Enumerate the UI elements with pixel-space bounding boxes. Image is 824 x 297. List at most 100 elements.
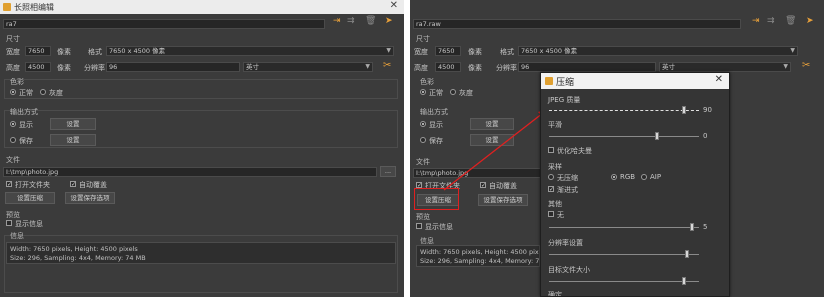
chevron-down-icon: ▼ bbox=[790, 47, 795, 54]
right-overwrite-checkbox[interactable]: ✓ bbox=[480, 182, 486, 189]
right-file-section-label: 文件 bbox=[416, 158, 430, 166]
right-output-save-radio[interactable] bbox=[420, 137, 426, 143]
right-width-unit: 像素 bbox=[468, 48, 482, 56]
right-height-unit: 像素 bbox=[468, 64, 482, 72]
app-icon bbox=[3, 3, 11, 11]
dialog-app-icon bbox=[545, 77, 553, 85]
other-none-label: 无 bbox=[557, 211, 564, 219]
sampling-none-label: 无压缩 bbox=[557, 174, 578, 182]
right-format-value: 7650 x 4500 像素 bbox=[521, 47, 578, 55]
right-output-save-label: 保存 bbox=[429, 137, 443, 145]
export-icon[interactable]: ➤ bbox=[385, 16, 393, 26]
name-field[interactable]: ra7 bbox=[3, 19, 325, 29]
right-output-section-label: 输出方式 bbox=[420, 108, 448, 116]
close-icon[interactable]: ✕ bbox=[715, 74, 723, 85]
progressive-label: 渐进式 bbox=[557, 186, 578, 194]
other-none-checkbox[interactable] bbox=[548, 211, 554, 217]
add-icon[interactable]: ⇥ bbox=[333, 16, 341, 26]
open-folder-checkbox[interactable]: ✓ bbox=[6, 181, 12, 188]
save-options-button[interactable]: 设置保存选项 bbox=[65, 192, 115, 204]
left-window-title: 长照相编辑 bbox=[14, 3, 54, 12]
show-info-checkbox[interactable] bbox=[6, 220, 12, 226]
browse-button[interactable]: ... bbox=[380, 166, 396, 177]
output-display-radio[interactable] bbox=[10, 121, 16, 127]
tools-icon[interactable]: ✂ bbox=[802, 60, 810, 71]
right-height-label: 高度 bbox=[414, 64, 428, 72]
right-output-save-settings-button[interactable]: 设置 bbox=[470, 134, 514, 146]
resolution-input[interactable]: 96 bbox=[106, 62, 240, 72]
smooth-slider-thumb[interactable] bbox=[655, 132, 659, 140]
right-width-input[interactable]: 7650 bbox=[435, 46, 461, 56]
progressive-checkbox[interactable]: ✓ bbox=[548, 186, 554, 193]
right-output-display-radio[interactable] bbox=[420, 121, 426, 127]
mode-gray-radio[interactable] bbox=[40, 89, 46, 95]
move-icon[interactable]: ⇉ bbox=[767, 16, 775, 26]
quality-slider[interactable] bbox=[549, 110, 699, 111]
right-resolution-unit-value: 英寸 bbox=[662, 63, 675, 71]
height-unit: 像素 bbox=[57, 64, 71, 72]
smooth-label: 平滑 bbox=[548, 121, 562, 129]
width-unit: 像素 bbox=[57, 48, 71, 56]
width-label: 宽度 bbox=[6, 48, 20, 56]
add-icon[interactable]: ⇥ bbox=[752, 16, 760, 26]
compress-settings-button[interactable]: 设置压缩 bbox=[5, 192, 55, 204]
delete-icon[interactable]: 🗑 bbox=[365, 16, 376, 26]
export-icon[interactable]: ➤ bbox=[806, 16, 814, 26]
right-output-display-settings-button[interactable]: 设置 bbox=[470, 118, 514, 130]
right-format-select[interactable]: 7650 x 4500 像素 ▼ bbox=[518, 46, 798, 56]
target-size-slider-thumb[interactable] bbox=[682, 277, 686, 285]
right-save-options-button[interactable]: 设置保存选项 bbox=[478, 194, 528, 206]
sampling-none-radio[interactable] bbox=[548, 174, 554, 180]
overwrite-checkbox[interactable]: ✓ bbox=[70, 181, 76, 188]
sampling-aip-radio[interactable] bbox=[641, 174, 647, 180]
right-overwrite-label: 自动覆盖 bbox=[489, 182, 517, 190]
right-info-line-2: Size: 296, Sampling: 4x4, Memory: 74 MB bbox=[420, 257, 540, 265]
mode-gray-label: 灰度 bbox=[49, 89, 63, 97]
delete-icon[interactable]: 🗑 bbox=[785, 16, 796, 26]
right-mode-gray-radio[interactable] bbox=[450, 89, 456, 95]
dialog-titlebar: 压缩 ✕ bbox=[541, 73, 729, 89]
width-input[interactable]: 7650 bbox=[25, 46, 51, 56]
dpi-slider-thumb[interactable] bbox=[685, 250, 689, 258]
close-icon[interactable]: ✕ bbox=[390, 0, 398, 11]
info-line-2: Size: 296, Sampling: 4x4, Memory: 74 MB bbox=[10, 254, 146, 262]
output-save-settings-button[interactable]: 设置 bbox=[50, 134, 96, 146]
right-file-path-input[interactable]: I:\tmp\photo.jpg bbox=[413, 168, 543, 178]
right-format-label: 格式 bbox=[500, 48, 514, 56]
target-size-slider[interactable] bbox=[549, 281, 699, 282]
output-display-settings-button[interactable]: 设置 bbox=[50, 118, 96, 130]
right-name-field[interactable]: ra7.raw bbox=[413, 19, 741, 29]
right-mode-normal-radio[interactable] bbox=[420, 89, 426, 95]
right-resolution-unit-select[interactable]: 英寸 ▼ bbox=[659, 62, 791, 72]
color-group bbox=[4, 79, 398, 99]
right-color-section-label: 色彩 bbox=[420, 78, 434, 86]
sampling-rgb-radio[interactable] bbox=[611, 174, 617, 180]
tools-icon[interactable]: ✂ bbox=[383, 60, 391, 71]
output-save-radio[interactable] bbox=[10, 137, 16, 143]
right-resolution-input[interactable]: 96 bbox=[518, 62, 656, 72]
mode-normal-radio[interactable] bbox=[10, 89, 16, 95]
right-height-input[interactable]: 4500 bbox=[435, 62, 461, 72]
output-save-label: 保存 bbox=[19, 137, 33, 145]
dpi-label: 分辨率设置 bbox=[548, 239, 583, 247]
other-slider[interactable] bbox=[549, 227, 699, 228]
resolution-unit-select[interactable]: 英寸 ▼ bbox=[243, 62, 373, 72]
smooth-slider[interactable] bbox=[549, 136, 699, 137]
height-input[interactable]: 4500 bbox=[25, 62, 51, 72]
file-path-input[interactable]: I:\tmp\photo.jpg bbox=[3, 167, 377, 177]
right-show-info-checkbox[interactable] bbox=[416, 223, 422, 229]
other-value: 5 bbox=[703, 223, 708, 231]
dpi-slider[interactable] bbox=[549, 254, 699, 255]
format-select[interactable]: 7650 x 4500 像素 ▼ bbox=[106, 46, 394, 56]
right-preview-section-label: 预览 bbox=[416, 213, 430, 221]
quality-slider-thumb[interactable] bbox=[682, 106, 686, 114]
sampling-label: 采样 bbox=[548, 163, 562, 171]
info-line-1: Width: 7650 pixels, Height: 4500 pixels bbox=[10, 245, 138, 253]
chevron-down-icon: ▼ bbox=[365, 63, 370, 70]
optimize-checkbox[interactable] bbox=[548, 147, 554, 153]
other-slider-thumb[interactable] bbox=[689, 223, 694, 231]
smooth-value: 0 bbox=[703, 132, 708, 140]
move-icon[interactable]: ⇉ bbox=[347, 16, 355, 26]
color-section-label: 色彩 bbox=[10, 78, 24, 86]
right-mode-normal-label: 正常 bbox=[429, 89, 443, 97]
